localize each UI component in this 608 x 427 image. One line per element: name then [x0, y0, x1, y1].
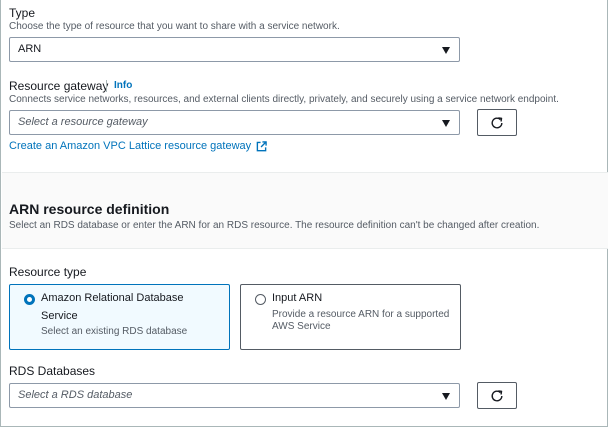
resource-type-label: Resource type — [9, 265, 87, 279]
arn-section-description: Select an RDS database or enter the ARN … — [9, 220, 540, 231]
type-label: Type — [9, 6, 36, 20]
resource-gateway-description: Connects service networks, resources, an… — [9, 94, 559, 105]
caret-down-icon — [442, 393, 450, 400]
rds-option-description: Select an existing RDS database — [41, 326, 188, 337]
resource-gateway-placeholder: Select a resource gateway — [18, 116, 148, 128]
rds-option-title-line1: Amazon Relational Database — [41, 292, 184, 304]
create-resource-gateway-link[interactable]: Create an Amazon VPC Lattice resource ga… — [9, 139, 267, 153]
type-select-value: ARN — [18, 43, 42, 55]
type-select[interactable]: ARN — [9, 37, 460, 62]
info-separator — [106, 80, 107, 92]
arn-section-title: ARN resource definition — [9, 201, 170, 217]
rds-database-placeholder: Select a RDS database — [18, 389, 133, 401]
radio-unselected-icon — [255, 294, 266, 305]
input-arn-option-title: Input ARN — [272, 292, 323, 304]
radio-selected-icon — [24, 294, 35, 305]
resource-gateway-select[interactable]: Select a resource gateway — [9, 110, 460, 135]
refresh-icon — [491, 116, 503, 128]
caret-down-icon — [442, 47, 450, 54]
create-resource-gateway-link-text: Create an Amazon VPC Lattice resource ga… — [9, 140, 252, 152]
caret-down-icon — [442, 120, 450, 127]
external-link-icon — [256, 140, 267, 151]
resource-type-option-rds[interactable]: Amazon Relational Database Service Selec… — [9, 284, 230, 350]
resource-type-option-input-arn[interactable]: Input ARN Provide a resource ARN for a s… — [240, 284, 461, 350]
resource-gateway-label: Resource gateway — [9, 79, 109, 93]
input-arn-option-description-line2: AWS Service — [272, 321, 331, 332]
rds-databases-label: RDS Databases — [9, 364, 96, 378]
type-description: Choose the type of resource that you wan… — [9, 21, 340, 32]
rds-option-title-line2: Service — [41, 310, 78, 322]
form-panel: Type Choose the type of resource that yo… — [0, 0, 608, 427]
input-arn-option-description-line1: Provide a resource ARN for a supported — [272, 309, 450, 320]
rds-database-select[interactable]: Select a RDS database — [9, 383, 460, 408]
resource-gateway-info-link[interactable]: Info — [114, 80, 132, 92]
rds-database-refresh-button[interactable] — [477, 382, 517, 409]
resource-gateway-refresh-button[interactable] — [477, 109, 517, 136]
refresh-icon — [491, 389, 503, 401]
